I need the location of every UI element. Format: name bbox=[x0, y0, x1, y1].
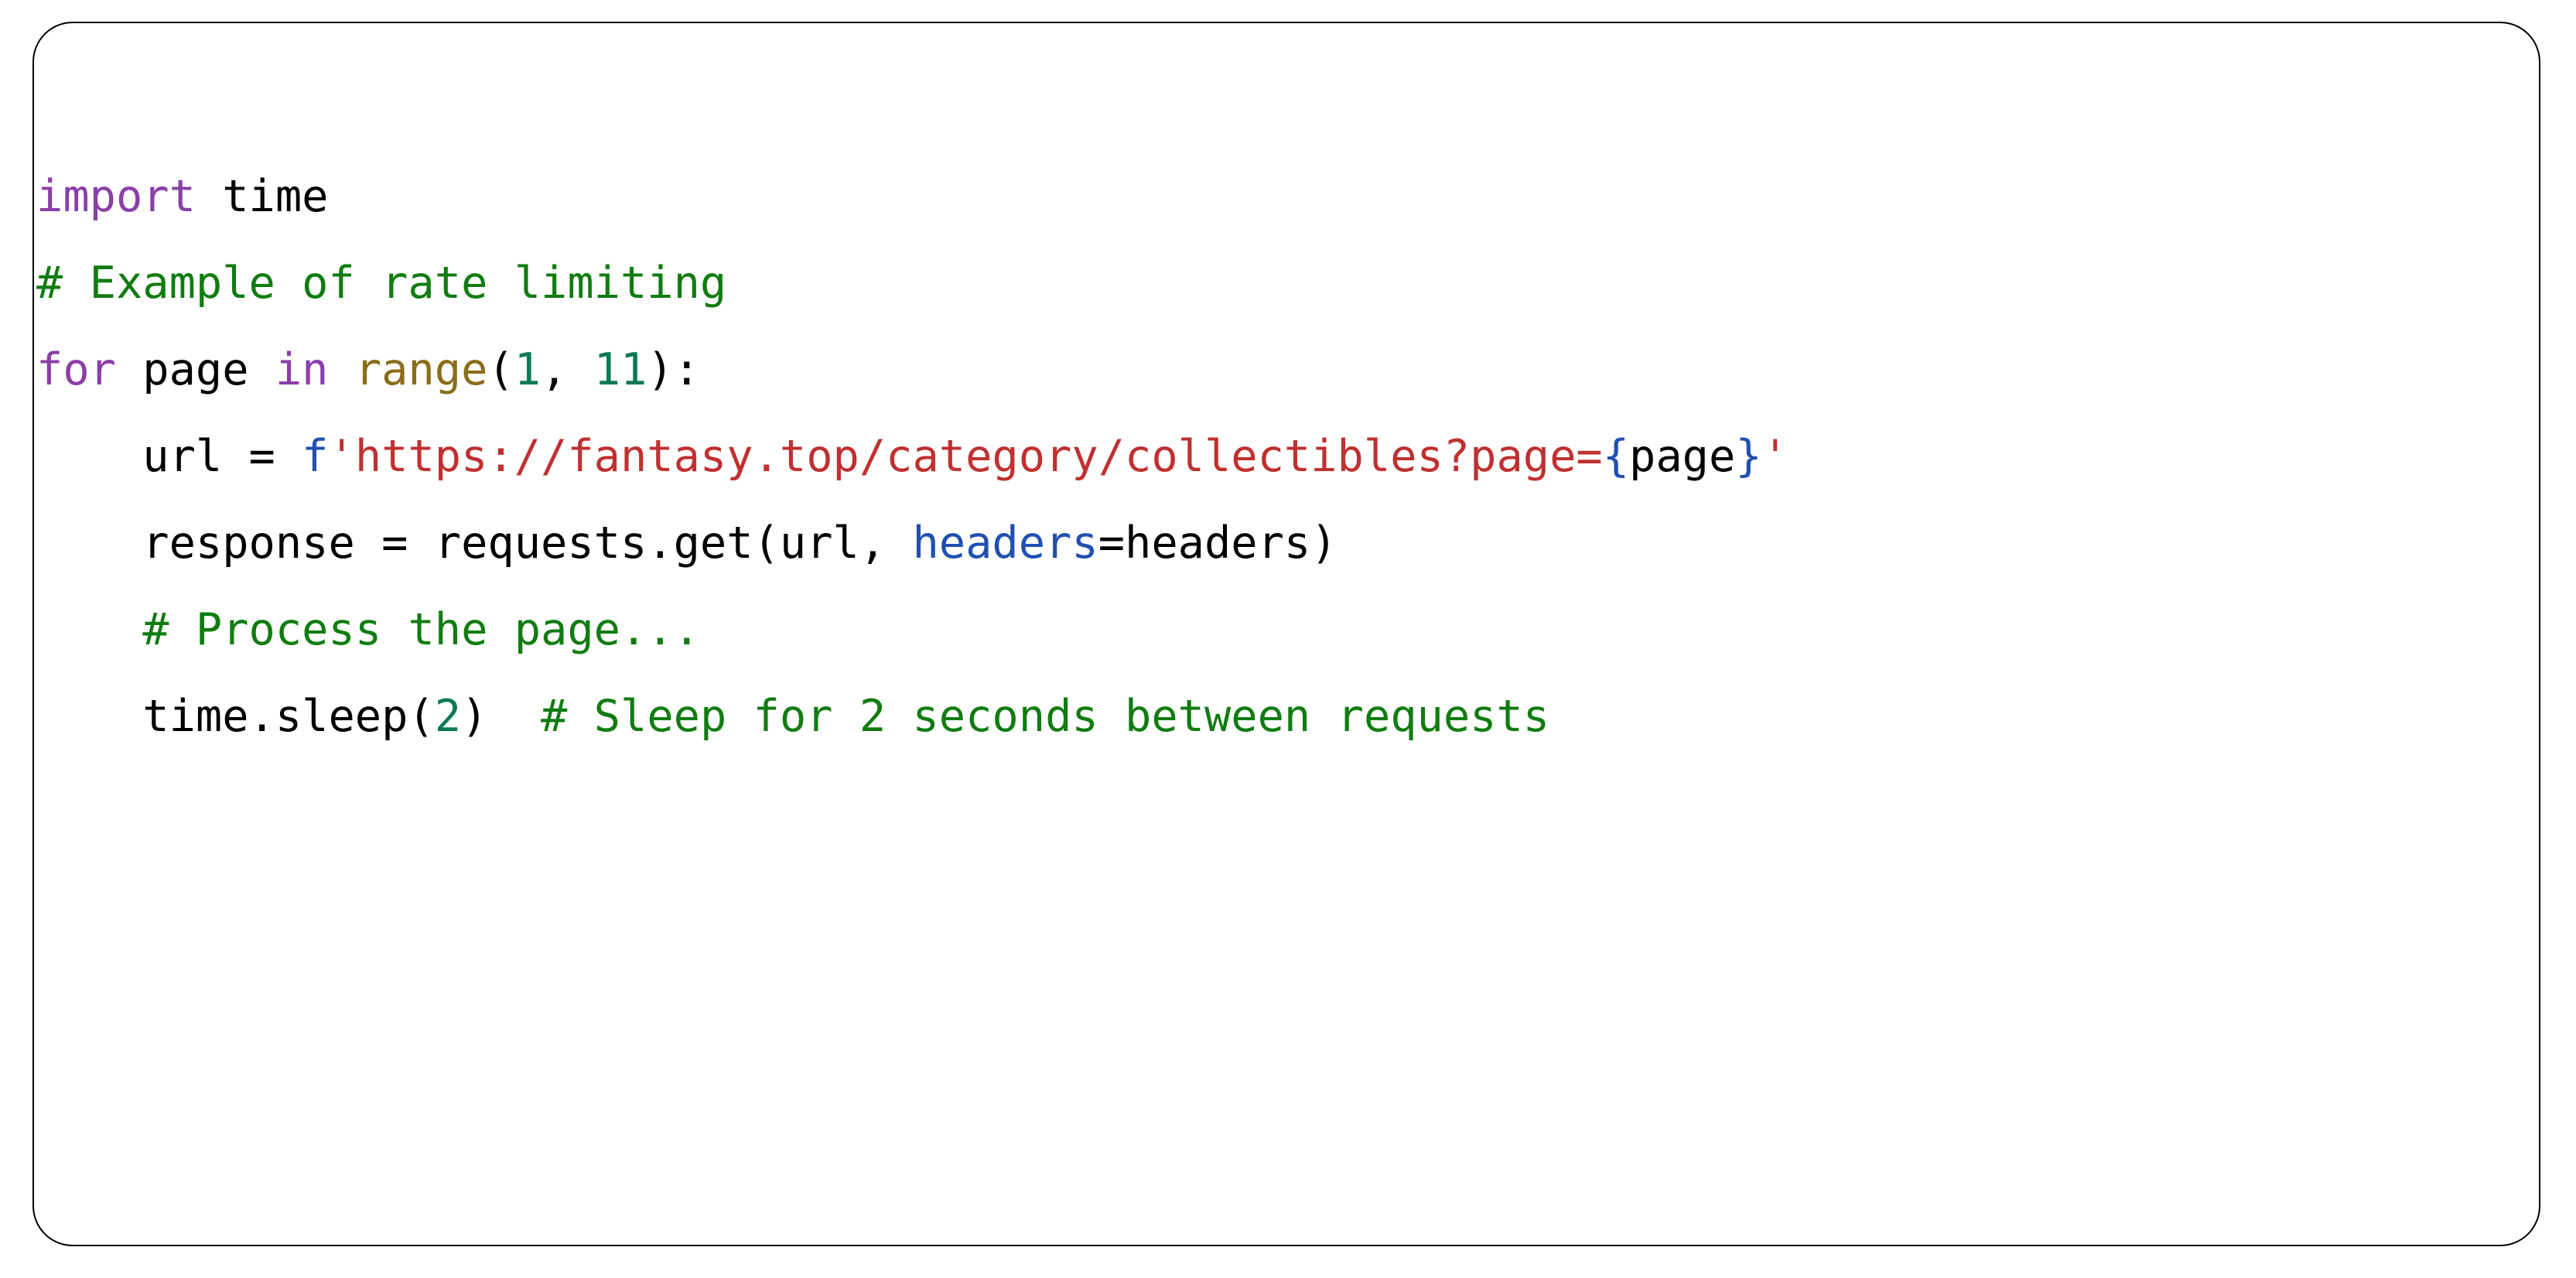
code-line: for page in range(1, 11): bbox=[36, 326, 2512, 413]
code-token-plain: =headers) bbox=[1098, 518, 1338, 569]
code-token-string: ' bbox=[1761, 431, 1789, 482]
code-line: response = requests.get(url, headers=hea… bbox=[36, 500, 2512, 586]
code-token-brace: { bbox=[1602, 431, 1630, 482]
code-token-plain: time.sleep( bbox=[36, 691, 435, 742]
code-line: import time bbox=[36, 153, 2512, 240]
code-block[interactable]: import time # Example of rate limiting for… bbox=[36, 153, 2512, 760]
code-token-string: 'https://fantasy.top/category/collectibl… bbox=[328, 431, 1603, 482]
code-token-plain: page bbox=[115, 344, 275, 395]
code-token-plain: response = requests.get(url, bbox=[36, 518, 913, 569]
code-line: url = f'https://fantasy.top/category/col… bbox=[36, 413, 2512, 500]
code-line: # Process the page... bbox=[36, 586, 2512, 673]
code-token-keyword: in bbox=[275, 344, 329, 395]
code-token-comment: # Example of rate limiting bbox=[36, 258, 727, 309]
code-token-number: 1 bbox=[514, 344, 542, 395]
code-token-number: 2 bbox=[434, 691, 462, 742]
code-token-plain: url = bbox=[36, 431, 302, 482]
code-token-plain: page bbox=[1629, 431, 1736, 482]
code-token-plain: ) bbox=[461, 691, 542, 742]
code-token-comment: # Process the page... bbox=[142, 604, 700, 655]
page-root: import time # Example of rate limiting for… bbox=[0, 0, 2576, 1278]
code-token-plain: ( bbox=[487, 344, 514, 395]
code-token-keyword: import bbox=[36, 171, 196, 222]
code-token-plain: , bbox=[541, 344, 594, 395]
code-token-number: 11 bbox=[593, 344, 647, 395]
code-token-fprefix: f bbox=[302, 431, 329, 482]
code-token-kwarg: headers bbox=[912, 518, 1098, 569]
code-token-brace: } bbox=[1735, 431, 1762, 482]
code-token-keyword: for bbox=[36, 344, 116, 395]
code-token-comment: # Sleep for 2 seconds between requests bbox=[541, 691, 1550, 742]
code-token-plain: ): bbox=[647, 344, 700, 395]
code-line: time.sleep(2) # Sleep for 2 seconds betw… bbox=[36, 673, 2512, 760]
code-card: import time # Example of rate limiting for… bbox=[32, 22, 2540, 1246]
code-token-plain: time bbox=[195, 171, 329, 222]
code-line: # Example of rate limiting bbox=[36, 240, 2512, 326]
code-token-builtin: range bbox=[354, 344, 488, 395]
